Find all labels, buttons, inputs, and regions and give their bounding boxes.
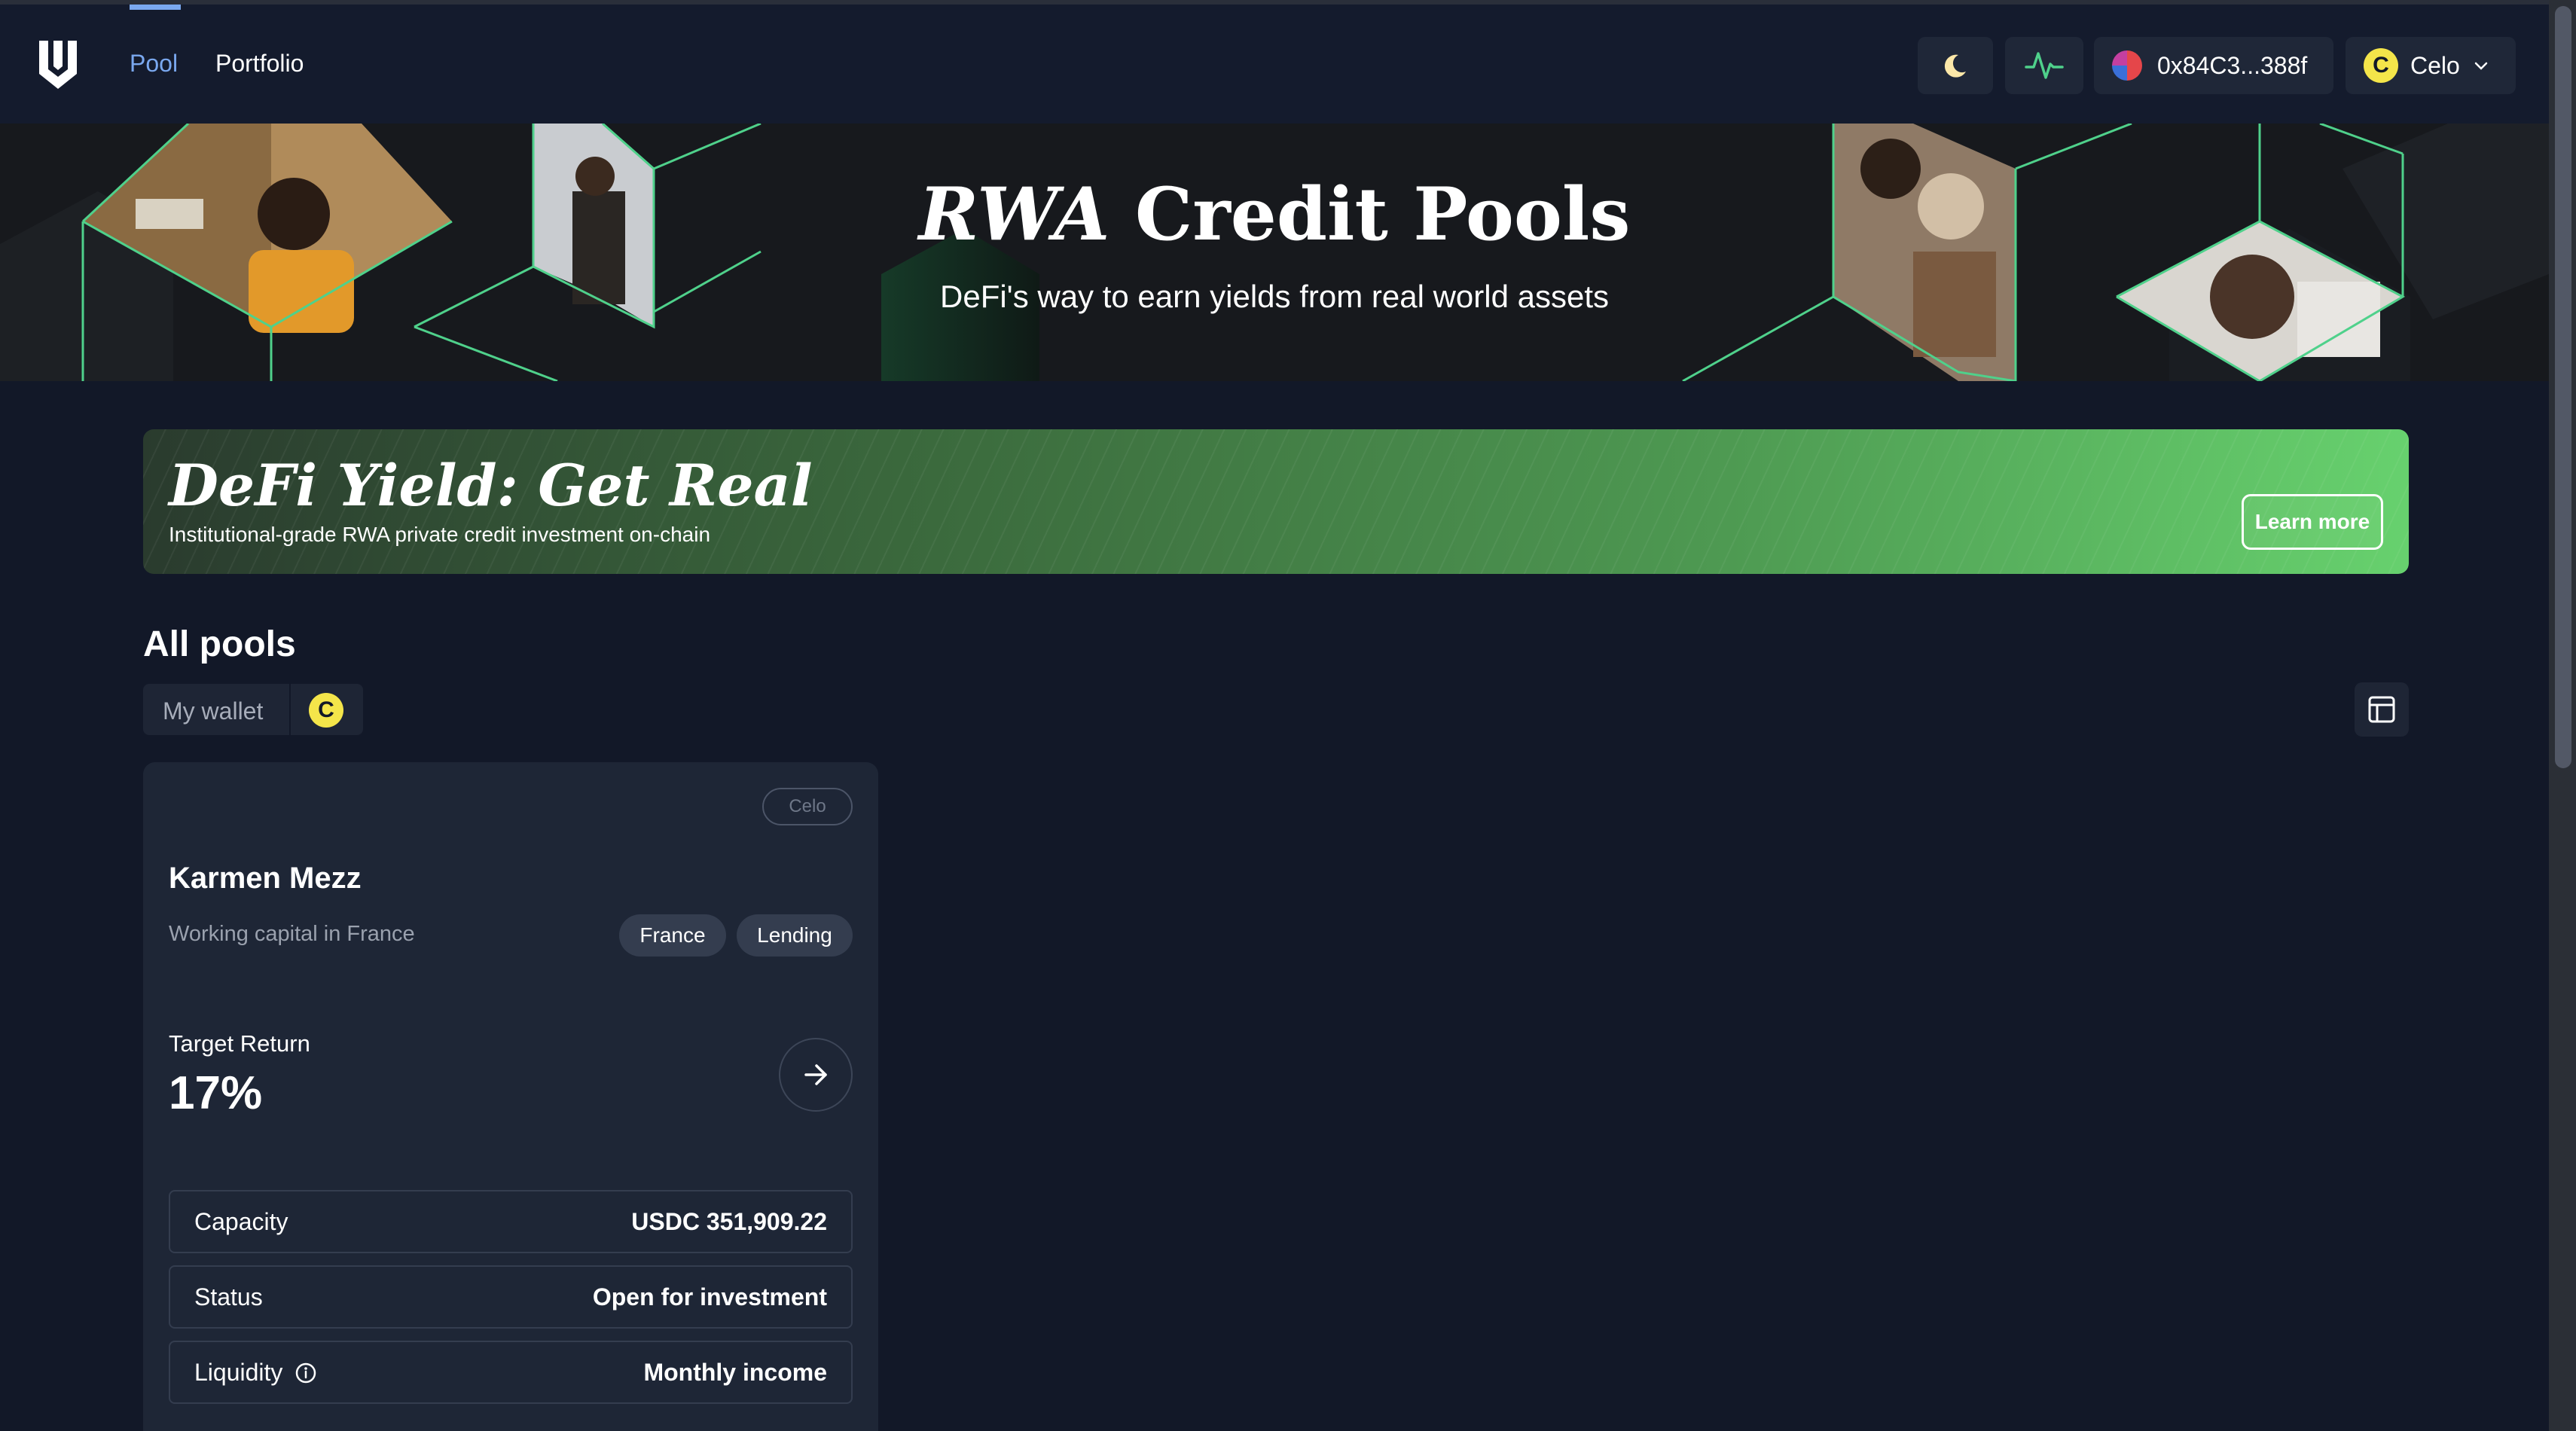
status-value: Open for investment [592, 1283, 827, 1310]
theme-toggle-button[interactable] [1918, 37, 1993, 94]
hero-title-rest: Credit Pools [1109, 172, 1631, 257]
capacity-label-text: Capacity [194, 1208, 288, 1235]
chevron-down-icon [2474, 62, 2488, 70]
capacity-row: Capacity USDC 351,909.22 [169, 1190, 853, 1253]
arrow-right-icon [804, 1064, 827, 1085]
wallet-address: 0x84C3...388f [2157, 51, 2308, 79]
status-label-text: Status [194, 1283, 263, 1310]
celo-filter-icon[interactable]: C [309, 693, 343, 728]
chain-badge: Celo [762, 788, 853, 825]
top-navigation-bar: Pool Portfolio 0x84C3...388f C Celo [0, 5, 2549, 124]
status-label: Status [194, 1283, 263, 1311]
capacity-value: USDC 351,909.22 [631, 1208, 827, 1235]
liquidity-label: Liquidity [194, 1359, 317, 1387]
table-layout-icon [2368, 696, 2395, 723]
pool-name: Karmen Mezz [169, 862, 362, 895]
promo-title: DeFi Yield: Get Real [169, 452, 813, 519]
hero-title-italic: RWA [918, 172, 1110, 257]
promo-banner: DeFi Yield: Get Real Institutional-grade… [143, 429, 2409, 574]
pool-tag-france: France [619, 914, 726, 957]
filter-divider [289, 684, 291, 735]
moon-icon [1944, 54, 1966, 78]
activity-button[interactable] [2005, 37, 2083, 94]
nav-tab-pool[interactable]: Pool [130, 50, 178, 78]
activity-icon [2025, 52, 2064, 79]
hero-banner: RWA Credit Pools DeFi's way to earn yiel… [0, 124, 2549, 381]
promo-subtitle: Institutional-grade RWA private credit i… [169, 523, 711, 546]
network-name: Celo [2410, 51, 2460, 79]
network-selector[interactable]: C Celo [2346, 37, 2516, 94]
liquidity-value: Monthly income [643, 1359, 827, 1386]
huma-logo-icon[interactable] [33, 36, 83, 93]
table-view-toggle[interactable] [2355, 682, 2409, 737]
nav-active-indicator [130, 5, 181, 10]
pool-tag-lending: Lending [737, 914, 853, 957]
pool-filter-bar: My wallet C [143, 684, 363, 735]
hero-subtitle: DeFi's way to earn yields from real worl… [940, 279, 1609, 314]
pool-description: Working capital in France [169, 922, 415, 946]
liquidity-row: Liquidity Monthly income [169, 1341, 853, 1404]
open-pool-button[interactable] [779, 1038, 853, 1112]
my-wallet-filter[interactable]: My wallet [163, 697, 263, 725]
all-pools-heading: All pools [143, 624, 296, 664]
learn-more-button[interactable]: Learn more [2242, 494, 2383, 550]
status-row: Status Open for investment [169, 1265, 853, 1329]
scrollbar-thumb[interactable] [2555, 6, 2571, 768]
celo-coin-icon: C [2364, 48, 2398, 83]
wallet-address-button[interactable]: 0x84C3...388f [2094, 37, 2333, 94]
info-icon[interactable] [295, 1362, 317, 1384]
nav-tab-portfolio[interactable]: Portfolio [215, 50, 304, 78]
target-return-label: Target Return [169, 1030, 310, 1057]
target-return-value: 17% [169, 1067, 263, 1119]
hero-title: RWA Credit Pools [0, 172, 2549, 257]
wallet-avatar [2112, 50, 2142, 81]
liquidity-label-text: Liquidity [194, 1359, 283, 1386]
pool-card[interactable]: Celo Karmen Mezz Working capital in Fran… [143, 762, 878, 1431]
capacity-label: Capacity [194, 1208, 288, 1236]
